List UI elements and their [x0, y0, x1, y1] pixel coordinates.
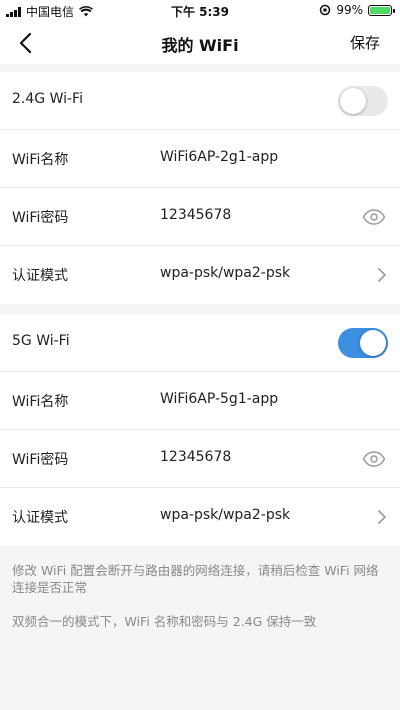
row-5g-toggle: 5G Wi-Fi — [0, 314, 400, 372]
wifi-password-value-2-4g[interactable]: 12345678 — [160, 207, 231, 223]
row-5g-name[interactable]: WiFi名称 WiFi6AP-5g1-app — [0, 372, 400, 430]
toggle-2-4g-wifi[interactable] — [338, 86, 388, 116]
row-2-4g-password[interactable]: WiFi密码 12345678 — [0, 188, 400, 246]
chevron-right-icon[interactable] — [376, 508, 388, 526]
battery-fill — [370, 6, 390, 14]
battery-percent: 99% — [336, 3, 363, 17]
orientation-lock-icon — [320, 4, 331, 16]
toggle-5g-wifi[interactable] — [338, 328, 388, 358]
wifi-name-value-2-4g[interactable]: WiFi6AP-2g1-app — [160, 149, 278, 165]
wifi-password-value-5g[interactable]: 12345678 — [160, 449, 231, 465]
battery-icon — [368, 4, 395, 16]
wifi-password-label: WiFi密码 — [12, 452, 69, 468]
wifi-name-label: WiFi名称 — [12, 152, 69, 168]
eye-icon[interactable] — [362, 449, 386, 469]
row-2-4g-name[interactable]: WiFi名称 WiFi6AP-2g1-app — [0, 130, 400, 188]
band-5g-label: 5G Wi-Fi — [12, 333, 70, 349]
row-5g-password[interactable]: WiFi密码 12345678 — [0, 430, 400, 488]
row-2-4g-auth[interactable]: 认证模式 wpa-psk/wpa2-psk — [0, 246, 400, 304]
chevron-right-icon[interactable] — [376, 266, 388, 284]
auth-mode-value-2-4g: wpa-psk/wpa2-psk — [160, 265, 291, 281]
eye-icon[interactable] — [362, 207, 386, 227]
save-button[interactable]: 保存 — [350, 32, 380, 53]
wifi-password-label: WiFi密码 — [12, 210, 69, 226]
row-5g-auth[interactable]: 认证模式 wpa-psk/wpa2-psk — [0, 488, 400, 546]
row-2-4g-toggle: 2.4G Wi-Fi — [0, 72, 400, 130]
page-title: 我的 WiFi — [161, 36, 239, 55]
status-bar: 中国电信 下午 5:39 99% — [0, 0, 400, 22]
status-right: 99% — [319, 3, 395, 17]
wifi-name-label: WiFi名称 — [12, 394, 69, 410]
auth-mode-value-5g: wpa-psk/wpa2-psk — [160, 507, 291, 523]
section-5g: 5G Wi-Fi WiFi名称 WiFi6AP-5g1-app WiFi密码 1… — [0, 314, 400, 546]
nav-bar: 我的 WiFi 保存 — [0, 22, 400, 64]
band-2-4g-label: 2.4G Wi-Fi — [12, 91, 83, 107]
note-dual-band: 双频合一的模式下，WiFi 名称和密码与 2.4G 保持一致 — [12, 614, 317, 629]
notes: 修改 WiFi 配置会断开与路由器的网络连接，请稍后检查 WiFi 网络连接是否… — [12, 562, 390, 647]
auth-mode-label: 认证模式 — [12, 268, 68, 284]
auth-mode-label: 认证模式 — [12, 510, 68, 526]
toggle-knob — [360, 330, 386, 356]
wifi-name-value-5g[interactable]: WiFi6AP-5g1-app — [160, 391, 278, 407]
toggle-knob — [340, 88, 366, 114]
section-2-4g: 2.4G Wi-Fi WiFi名称 WiFi6AP-2g1-app WiFi密码… — [0, 72, 400, 304]
note-reconnect: 修改 WiFi 配置会断开与路由器的网络连接，请稍后检查 WiFi 网络连接是否… — [12, 563, 379, 595]
